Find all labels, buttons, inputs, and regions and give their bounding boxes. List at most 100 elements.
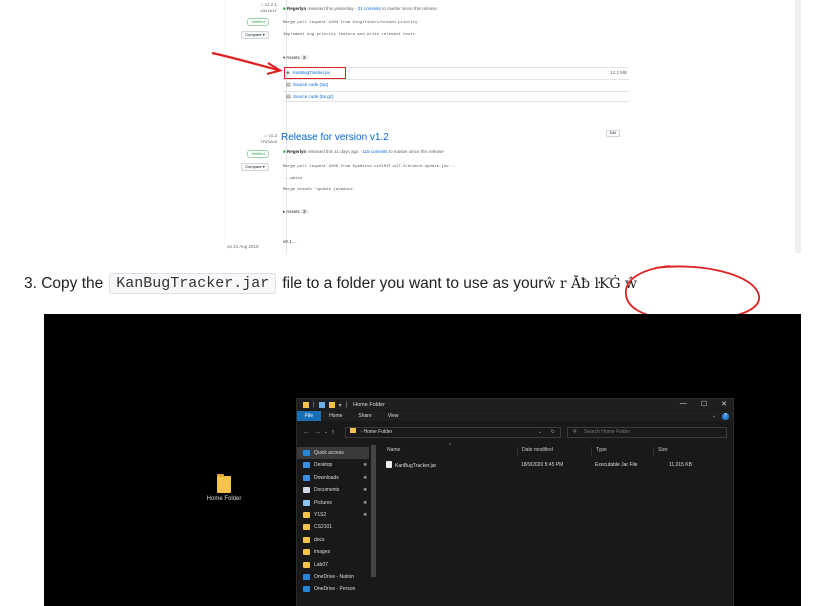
- column-header-type[interactable]: Type: [591, 447, 607, 456]
- sidebar-item-label: CS2101: [314, 524, 333, 531]
- commits-link[interactable]: 119 commits: [362, 149, 387, 154]
- commit-v121[interactable]: d3c1b1f: [225, 10, 277, 14]
- window-title: Home Folder: [353, 401, 385, 408]
- chevron-down-icon[interactable]: ⌄: [712, 413, 716, 419]
- file-name: KanBugTracker.jar: [395, 462, 437, 469]
- pin-icon[interactable]: ✱: [363, 459, 367, 471]
- commits-link[interactable]: 21 commits: [358, 6, 381, 11]
- recent-dropdown-icon[interactable]: ⌄: [324, 429, 328, 435]
- nav-icon: [303, 499, 310, 506]
- compare-button[interactable]: Compare ▾: [241, 163, 269, 171]
- navigation-scrollbar[interactable]: [371, 445, 376, 577]
- forward-icon[interactable]: →: [314, 429, 321, 436]
- assets-toggle[interactable]: ▸ Assets 3: [283, 209, 308, 215]
- asset-name[interactable]: Source code (zip): [293, 82, 328, 87]
- tab-file[interactable]: File: [297, 411, 322, 421]
- sidebar-item-label: Lab07: [314, 561, 328, 568]
- released-text: released this yesterday: [307, 6, 354, 11]
- pin-icon[interactable]: ✱: [363, 484, 367, 496]
- nav-icon: [303, 450, 310, 456]
- pin-icon[interactable]: ✱: [363, 509, 367, 521]
- avatar: ■: [283, 149, 286, 154]
- tag-v01[interactable]: v0.1 ...: [283, 239, 297, 244]
- verified-badge: Verified: [247, 150, 269, 158]
- sidebar-item-desktop[interactable]: Desktop ✱: [303, 459, 369, 471]
- separator: |: [345, 401, 348, 408]
- folder-icon: [350, 428, 356, 433]
- file-size: 11,015 KB: [669, 462, 692, 468]
- sidebar-item-label: Downloads: [314, 474, 339, 481]
- tab-view[interactable]: View: [380, 411, 407, 421]
- sidebar-item-images[interactable]: images: [303, 546, 369, 558]
- back-icon[interactable]: ←: [303, 429, 310, 436]
- file-date: 18/9/2020 5:45 PM: [521, 462, 564, 468]
- nav-icon: [303, 512, 310, 518]
- up-icon[interactable]: ↑: [331, 429, 335, 436]
- release-note: Merge pull request #184 from Kingfishers…: [283, 21, 418, 25]
- tag-v12[interactable]: ⌂ v1.2: [225, 133, 277, 138]
- nav-icon: [303, 549, 310, 556]
- release-note: Merge pull request #209 from Kyabsiss-cs…: [283, 165, 456, 169]
- pin-icon[interactable]: ✱: [363, 472, 367, 484]
- sidebar-item-cs2101[interactable]: CS2101: [303, 521, 369, 533]
- file-name-cell: KanBugTracker.jar: [386, 461, 437, 469]
- new-folder-icon[interactable]: [328, 401, 335, 408]
- nav-icon: [303, 586, 310, 593]
- sidebar-item-docs[interactable]: docs: [303, 534, 369, 546]
- nav-icon: [303, 561, 310, 568]
- chevron-down-icon[interactable]: ⌄: [538, 428, 542, 437]
- minimize-icon[interactable]: —: [680, 400, 687, 408]
- maximize-icon[interactable]: ☐: [701, 400, 707, 408]
- column-header-date[interactable]: Date modified: [517, 447, 553, 456]
- sidebar-item-y1s2[interactable]: Y1S2 ✱: [303, 509, 369, 521]
- sidebar-item-label: Desktop: [314, 462, 333, 469]
- verified-badge: Verified: [247, 18, 269, 26]
- sidebar-item-lab07[interactable]: Lab07: [303, 559, 369, 571]
- release-note: Implement bug priority feature and write…: [283, 33, 416, 37]
- title-bar[interactable]: | ▾ | Home Folder — ☐ ✕: [297, 399, 733, 410]
- search-input[interactable]: ⚲ Search Home Folder: [567, 427, 727, 438]
- sidebar-item-pictures[interactable]: Pictures ✱: [303, 497, 369, 509]
- sidebar-item-quick-access[interactable]: Quick access: [297, 447, 369, 459]
- asset-row-zip[interactable]: ▤ Source code (zip): [283, 79, 629, 90]
- close-icon[interactable]: ✕: [721, 400, 727, 408]
- address-row: ← → ⌄ ↑ › Home Folder ⌄ ↻ ⚲ Search Home …: [297, 424, 733, 440]
- author-link[interactable]: Regerlyn: [287, 149, 306, 154]
- author-link[interactable]: Regerlyn: [287, 6, 306, 11]
- release-title[interactable]: Release for version v1.2: [281, 132, 389, 143]
- asset-row-targz[interactable]: ▤ Source code (tar.gz): [283, 91, 629, 102]
- edit-button[interactable]: Edit: [606, 130, 620, 137]
- ribbon-right: ⌄ ?: [712, 412, 729, 420]
- sidebar-item-downloads[interactable]: Downloads ✱: [303, 472, 369, 484]
- chevron-down-icon[interactable]: ▾: [339, 402, 342, 409]
- tag-v121[interactable]: ⌂ v1.2.1: [225, 2, 277, 7]
- quick-access-toolbar: | ▾ |: [303, 401, 348, 409]
- folder-icon[interactable]: [303, 401, 309, 408]
- assets-label: Assets: [286, 209, 300, 214]
- instruction-suffix: file to a folder you want to use as your: [282, 274, 544, 292]
- github-releases-screenshot: ⌂ v1.2.1 d3c1b1f Verified Compare ▾ ■ Re…: [224, 0, 801, 253]
- sidebar-item-onedrive-nation[interactable]: OneDrive - Nation: [303, 571, 369, 583]
- sidebar-item-label: Y1S2: [314, 512, 327, 518]
- properties-icon[interactable]: [318, 401, 325, 408]
- column-header-name[interactable]: Name: [383, 447, 400, 456]
- file-zip-icon: ▤: [286, 82, 291, 88]
- tab-home[interactable]: Home: [321, 411, 350, 421]
- help-icon[interactable]: ?: [722, 412, 729, 420]
- commit-v12[interactable]: 7f932d4: [225, 141, 277, 145]
- column-header-size[interactable]: Size: [653, 447, 668, 456]
- sidebar-item-onedrive-person[interactable]: OneDrive - Person: [303, 583, 369, 595]
- pin-icon[interactable]: ✱: [363, 497, 367, 509]
- asset-name[interactable]: Source code (tar.gz): [293, 94, 334, 99]
- tab-share[interactable]: Share: [350, 411, 379, 421]
- avatar: ■: [283, 6, 286, 11]
- desktop-folder-icon[interactable]: Home Folder: [204, 474, 244, 502]
- search-icon: ⚲: [573, 429, 577, 435]
- refresh-icon[interactable]: ↻: [551, 428, 555, 437]
- compare-button[interactable]: Compare ▾: [241, 31, 269, 39]
- release-meta-v12: ■ Regerlyn released this 11 days ago · 1…: [283, 149, 444, 154]
- asset-size: 12.2 MB: [610, 70, 627, 75]
- address-bar[interactable]: › Home Folder ⌄ ↻: [345, 427, 561, 438]
- sidebar-item-documents[interactable]: Documents ✱: [303, 484, 369, 496]
- table-row[interactable]: KanBugTracker.jar 18/9/2020 5:45 PM Exec…: [383, 461, 735, 471]
